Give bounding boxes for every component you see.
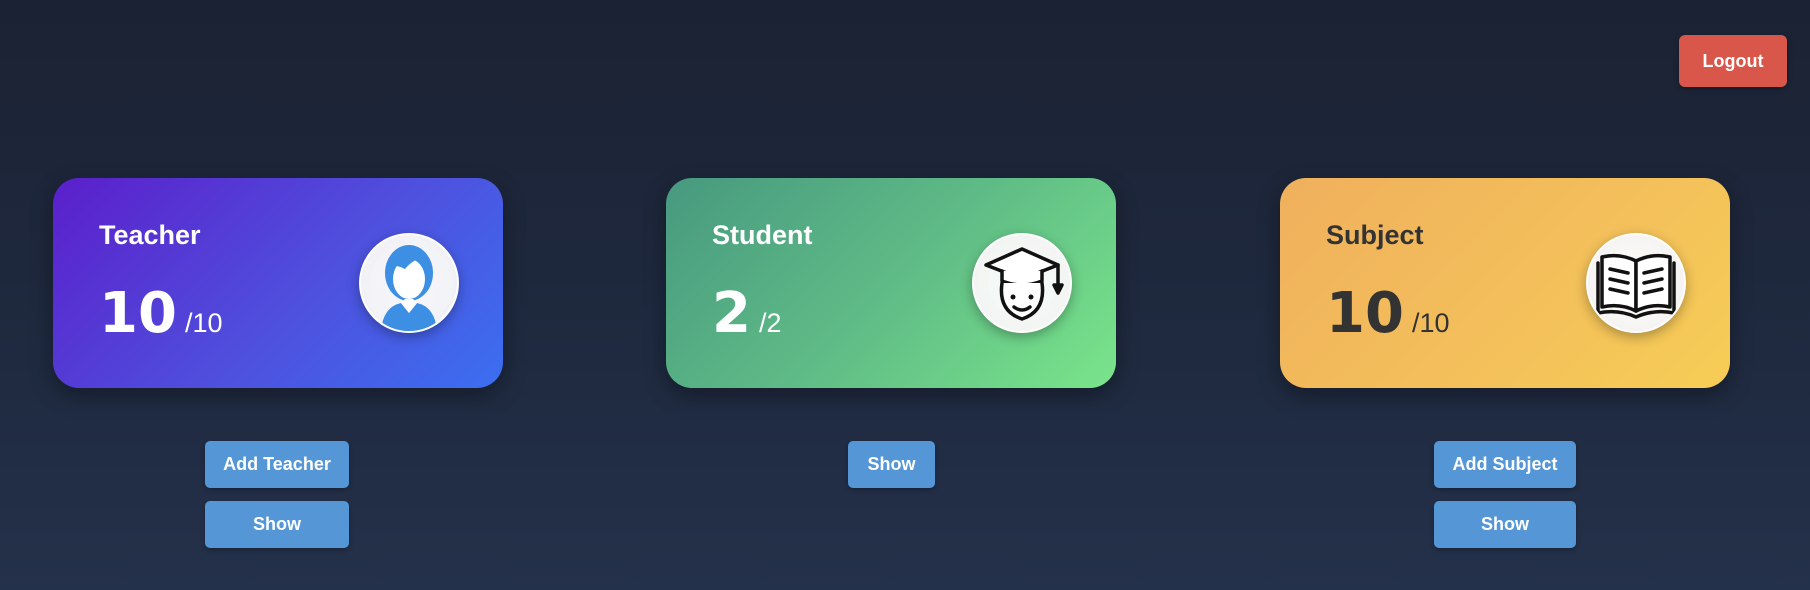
- card-title: Subject: [1326, 220, 1424, 250]
- subject-card: Subject 10 /10: [1280, 178, 1730, 388]
- add-teacher-button[interactable]: Add Teacher: [205, 441, 349, 488]
- teacher-avatar-icon: [359, 233, 459, 333]
- card-title: Teacher: [99, 220, 201, 250]
- add-subject-button[interactable]: Add Subject: [1434, 441, 1576, 488]
- subject-count-row: 10 /10: [1326, 286, 1449, 342]
- teacher-card: Teacher 10 /10: [53, 178, 503, 388]
- open-book-icon: [1586, 233, 1686, 333]
- student-card: Student 2 /2: [666, 178, 1116, 388]
- teacher-count-row: 10 /10: [99, 286, 222, 342]
- student-count-row: 2 /2: [712, 286, 782, 342]
- teacher-count: 10: [99, 281, 177, 346]
- card-title: Student: [712, 220, 813, 250]
- show-teachers-button[interactable]: Show: [205, 501, 349, 548]
- show-subjects-button[interactable]: Show: [1434, 501, 1576, 548]
- subject-total: /10: [1411, 308, 1450, 338]
- student-total: /2: [758, 308, 782, 338]
- teacher-total: /10: [184, 308, 223, 338]
- logout-button[interactable]: Logout: [1679, 35, 1787, 87]
- show-students-button[interactable]: Show: [848, 441, 935, 488]
- graduate-student-icon: [972, 233, 1072, 333]
- student-count: 2: [712, 281, 751, 346]
- subject-count: 10: [1326, 281, 1404, 346]
